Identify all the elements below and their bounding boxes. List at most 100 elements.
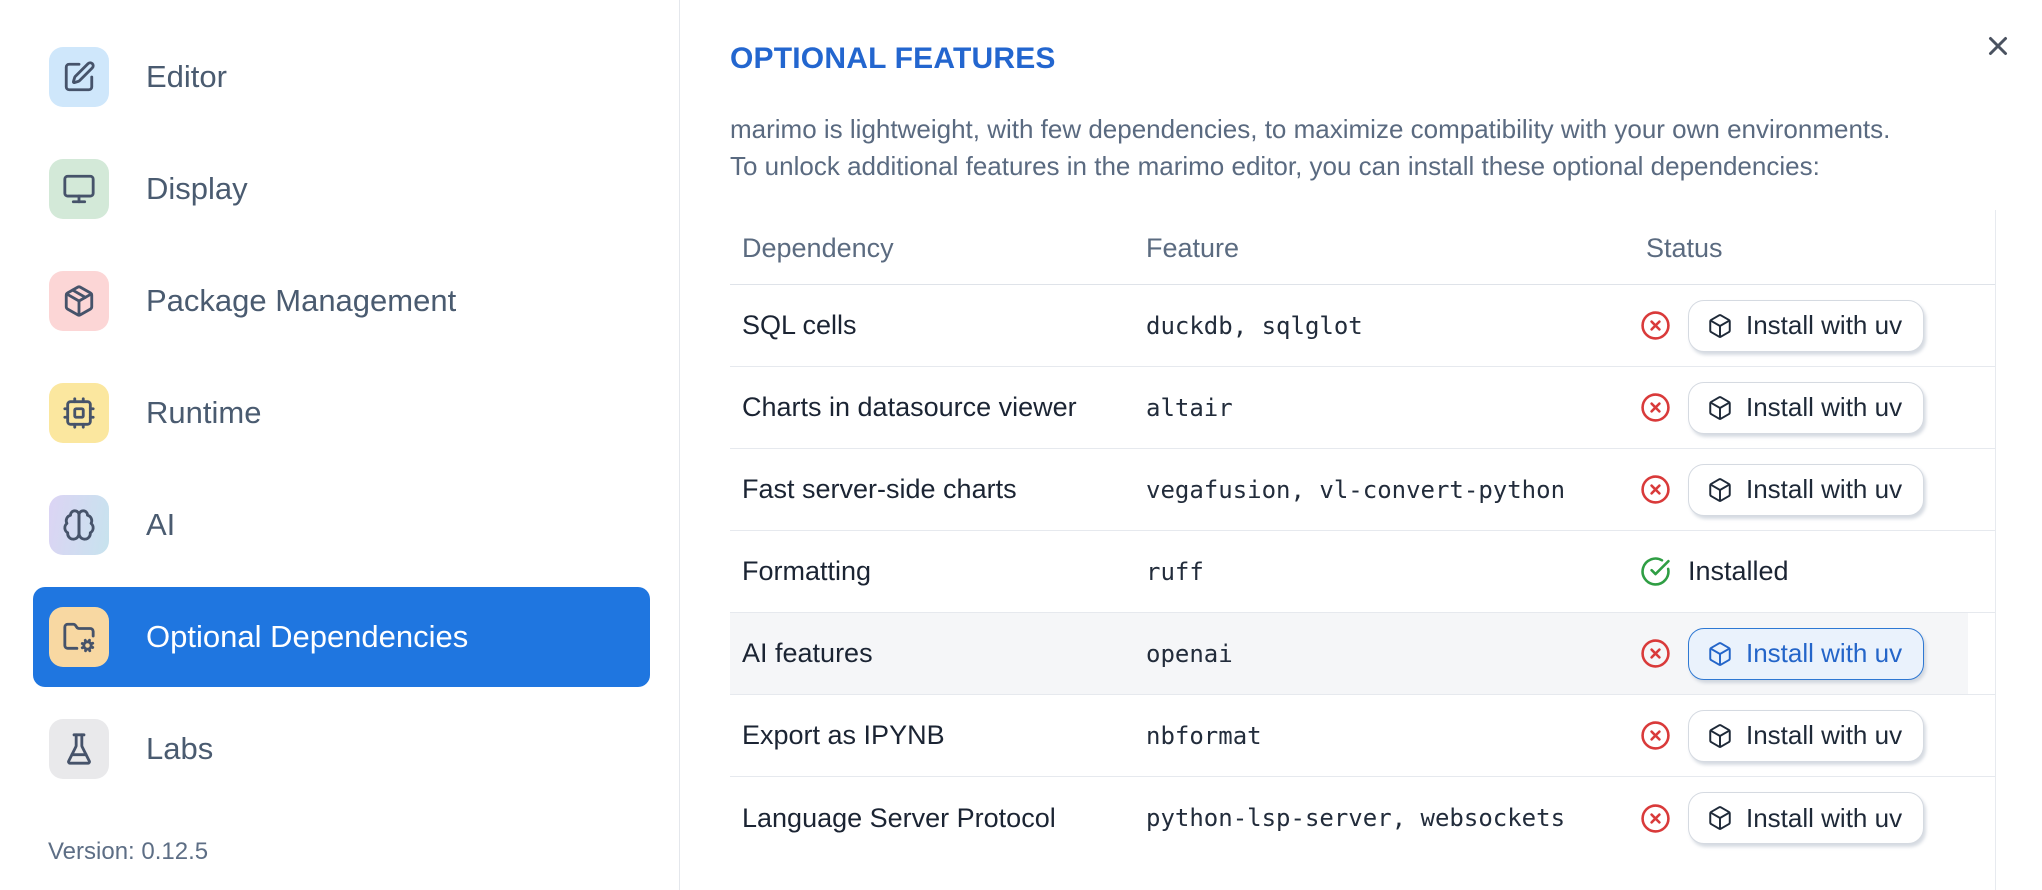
package-box-icon [1709,641,1731,666]
column-header-feature: Feature [1146,233,1240,263]
circle-x-icon [1641,721,1670,750]
x-icon [1989,37,2007,55]
installed-label: Installed [1688,556,1789,586]
sidebar-item-package-management[interactable]: Package Management [33,251,650,351]
status-missing-icon [1640,310,1671,341]
brain-icon-chip [49,495,109,555]
optional-features-panel: OPTIONAL FEATURES marimo is lightweight,… [681,0,2042,890]
status-missing-icon [1640,638,1671,669]
sidebar-item-labs[interactable]: Labs [33,699,650,799]
table-row: Language Server Protocol python-lsp-serve… [730,777,1995,859]
status-cell: Install with uv [1634,792,1995,844]
sidebar-item-label: Optional Dependencies [146,619,469,654]
status-missing-icon [1640,803,1671,834]
feature-cell: vegafusion, vl-convert-python [1146,475,1566,504]
status-cell: Install with uv [1634,463,1995,516]
status-cell: Install with uv [1634,381,1995,434]
install-with-uv-button[interactable]: Install with uv [1688,463,1925,516]
circle-x-icon [1641,475,1670,504]
description-line: To unlock additional features in the mar… [730,151,1820,181]
table-row: Formatting ruff Installed [730,531,1995,613]
status-cell: Install with uv [1634,299,1995,352]
table-row: Fast server-side charts vegafusion, vl-co… [730,449,1995,531]
install-with-uv-button[interactable]: Install with uv [1688,381,1925,434]
circle-x-icon [1641,639,1670,668]
settings-dialog: Editor Display Package Management Runtime AI… [0,0,2042,890]
circle-x-icon [1641,311,1670,340]
cpu-icon [63,397,95,429]
package-box-icon [1709,806,1731,830]
close-button[interactable] [1976,24,2020,68]
status-installed-icon [1640,556,1671,587]
status-missing-icon [1640,392,1671,423]
circle-x-icon [1641,393,1670,422]
feature-cell: ruff [1146,557,1204,586]
package-icon-chip [49,271,109,331]
table-row: Export as IPYNB nbformat Install with uv [730,695,1995,777]
sidebar-item-label: Labs [146,731,214,766]
feature-cell: openai [1146,639,1233,668]
sidebar-item-ai[interactable]: AI [33,475,650,575]
install-with-uv-button[interactable]: Install with uv [1688,792,1925,844]
install-with-uv-button[interactable]: Install with uv [1688,627,1925,680]
dependency-cell: Formatting [742,556,872,586]
install-button-label: Install with uv [1746,720,1903,750]
folder-cog-icon [63,622,95,653]
dependency-cell: SQL cells [742,310,857,340]
table-row: Charts in datasource viewer altair Install… [730,367,1995,449]
dependency-cell: Fast server-side charts [742,474,1017,504]
package-box-icon [1709,477,1731,502]
install-button-label: Install with uv [1746,474,1903,504]
table-row: AI features openai Install with uv [730,613,1995,695]
sidebar-item-optional-dependencies[interactable]: Optional Dependencies [33,587,650,687]
flask-icon-chip [49,719,109,779]
dependency-cell: Language Server Protocol [742,802,1056,833]
square-pen-icon [64,61,95,92]
column-header-dependency: Dependency [742,233,894,263]
sidebar-item-display[interactable]: Display [33,139,650,239]
monitor-icon [63,174,95,204]
feature-cell: altair [1146,393,1233,422]
sidebar-item-editor[interactable]: Editor [33,27,650,127]
sidebar-nav: Editor Display Package Management Runtime AI… [33,27,650,799]
install-with-uv-button[interactable]: Install with uv [1688,709,1925,762]
package-box-icon [1709,313,1731,338]
sidebar-item-runtime[interactable]: Runtime [33,363,650,463]
circle-check-icon [1641,557,1670,586]
page-title: OPTIONAL FEATURES [730,42,1056,75]
monitor-icon-chip [49,159,109,219]
cpu-icon-chip [49,383,109,443]
install-button-label: Install with uv [1746,310,1903,340]
dependency-cell: Export as IPYNB [742,720,945,750]
sidebar-item-label: Runtime [146,395,262,430]
status-cell: Install with uv [1634,627,1995,680]
status-cell: Installed [1634,556,1995,587]
package-box-icon [1709,723,1731,748]
package-box-icon [1709,395,1731,420]
table-header-row: Dependency Feature Status [730,215,1995,285]
dependency-cell: Charts in datasource viewer [742,392,1077,422]
sidebar-item-label: Display [146,171,248,206]
square-pen-icon-chip [49,47,109,107]
package-icon [64,285,94,317]
status-missing-icon [1640,474,1671,505]
flask-icon [67,733,91,765]
install-with-uv-button[interactable]: Install with uv [1688,299,1925,352]
scrollbar-track[interactable] [1995,210,1996,890]
sidebar-item-label: Editor [146,59,227,94]
folder-cog-icon-chip [49,607,109,667]
column-header-status: Status [1646,233,1723,263]
feature-cell: nbformat [1146,721,1262,750]
install-button-label: Install with uv [1746,638,1903,668]
panel-description: marimo is lightweight, with few dependen… [730,111,1890,185]
install-button-label: Install with uv [1746,802,1903,833]
install-button-label: Install with uv [1746,392,1903,422]
sidebar-item-label: Package Management [146,283,457,318]
description-line: marimo is lightweight, with few dependen… [730,114,1891,144]
brain-icon [63,509,95,541]
table-row: SQL cells duckdb, sqlglot Install with uv [730,285,1995,367]
feature-cell: duckdb, sqlglot [1146,311,1363,340]
circle-x-icon [1641,803,1670,833]
status-missing-icon [1640,720,1671,751]
dependency-cell: AI features [742,638,873,668]
